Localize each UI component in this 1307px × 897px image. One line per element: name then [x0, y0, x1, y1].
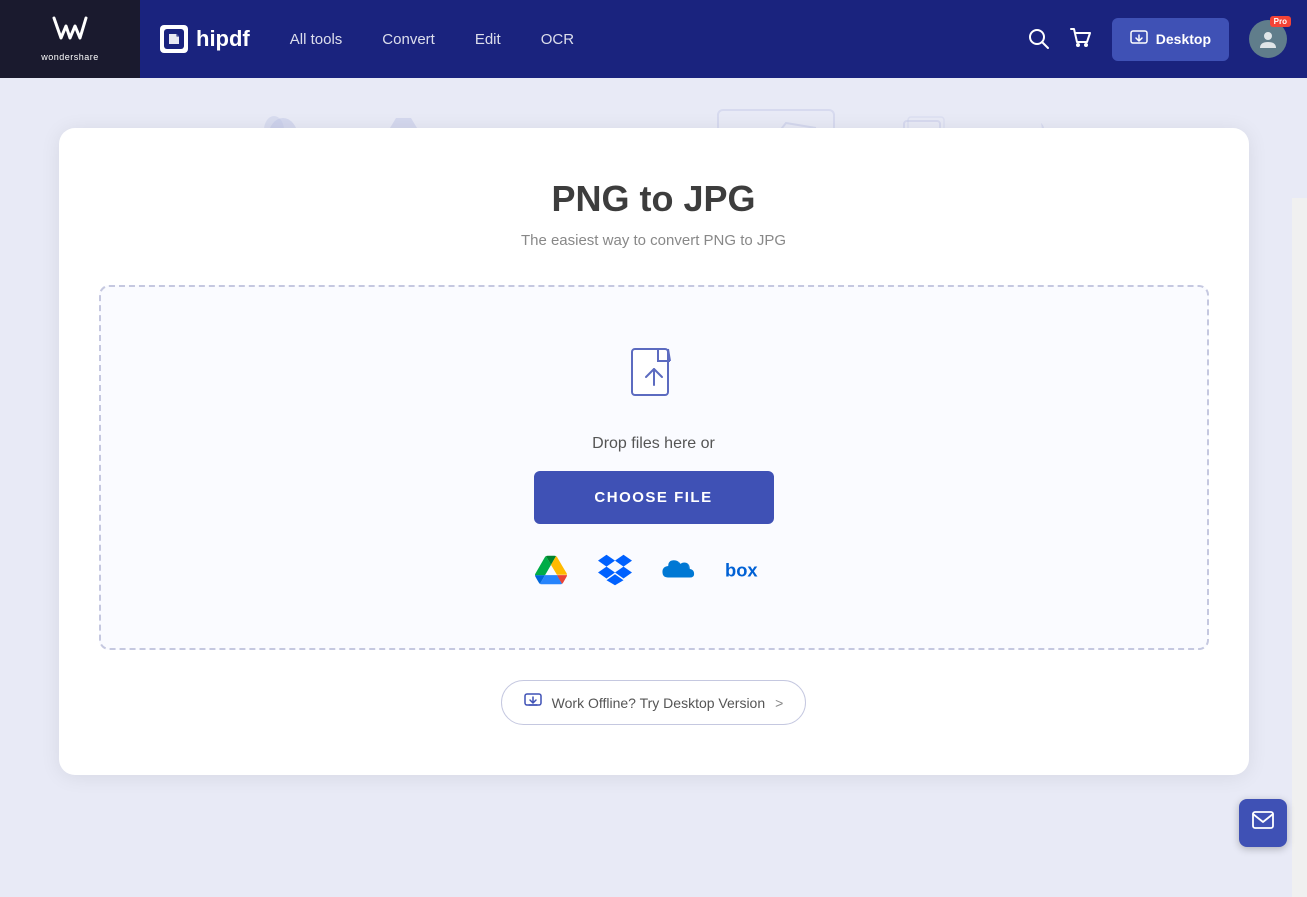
nav-convert[interactable]: Convert: [382, 26, 435, 53]
dropbox-svg: [598, 554, 632, 586]
drop-zone[interactable]: Drop files here or CHOOSE FILE: [99, 285, 1209, 650]
ws-icon: [52, 16, 88, 50]
page-title: PNG to JPG: [99, 178, 1209, 220]
download-icon: [524, 691, 542, 714]
upload-file-icon: [624, 347, 684, 417]
hipdf-logo-icon: [160, 25, 188, 53]
user-icon: [1257, 28, 1279, 50]
offline-text: Work Offline? Try Desktop Version: [552, 695, 765, 711]
drop-text: Drop files here or: [592, 435, 715, 453]
onedrive-svg: [661, 556, 697, 584]
desktop-button[interactable]: Desktop: [1112, 18, 1229, 61]
offline-bar: Work Offline? Try Desktop Version >: [99, 680, 1209, 725]
nav-all-tools[interactable]: All tools: [290, 26, 343, 53]
nav-edit[interactable]: Edit: [475, 26, 501, 53]
box-icon[interactable]: box: [725, 552, 775, 588]
download-desktop-icon: [1130, 28, 1148, 46]
navbar: wondershare hipdf All tools Convert Edit…: [0, 0, 1307, 78]
wondershare-logo: wondershare: [41, 16, 99, 62]
cart-icon: [1070, 28, 1092, 50]
svg-text:box: box: [725, 560, 758, 581]
pro-badge: Pro: [1270, 16, 1291, 27]
search-icon: [1028, 28, 1050, 50]
desktop-icon: [1130, 28, 1148, 51]
main-content: PNG to JPG The easiest way to convert PN…: [0, 78, 1307, 897]
dropbox-icon[interactable]: [597, 552, 633, 588]
search-button[interactable]: [1028, 28, 1050, 50]
box-svg: box: [725, 558, 775, 582]
cart-button[interactable]: [1070, 28, 1092, 50]
hipdf-brand: hipdf: [160, 25, 250, 53]
offline-arrow: >: [775, 695, 783, 711]
wondershare-text: wondershare: [41, 52, 99, 62]
google-drive-icon[interactable]: [533, 552, 569, 588]
user-avatar-wrapper[interactable]: Pro: [1249, 20, 1287, 58]
cloud-services: box: [533, 552, 775, 588]
nav-ocr[interactable]: OCR: [541, 26, 574, 53]
page-subtitle: The easiest way to convert PNG to JPG: [99, 232, 1209, 249]
hipdf-text: hipdf: [196, 26, 250, 52]
nav-actions: Desktop Pro: [1028, 18, 1287, 61]
offline-link[interactable]: Work Offline? Try Desktop Version >: [501, 680, 807, 725]
onedrive-icon[interactable]: [661, 552, 697, 588]
wondershare-brand[interactable]: wondershare: [0, 0, 140, 78]
main-card: PNG to JPG The easiest way to convert PN…: [59, 128, 1249, 775]
desktop-btn-label: Desktop: [1156, 31, 1211, 47]
choose-file-button[interactable]: CHOOSE FILE: [534, 471, 774, 524]
mail-icon: [1252, 811, 1274, 835]
upload-icon-wrapper: [619, 347, 689, 417]
nav-links: All tools Convert Edit OCR: [290, 26, 1028, 53]
mail-fab[interactable]: [1239, 799, 1287, 847]
